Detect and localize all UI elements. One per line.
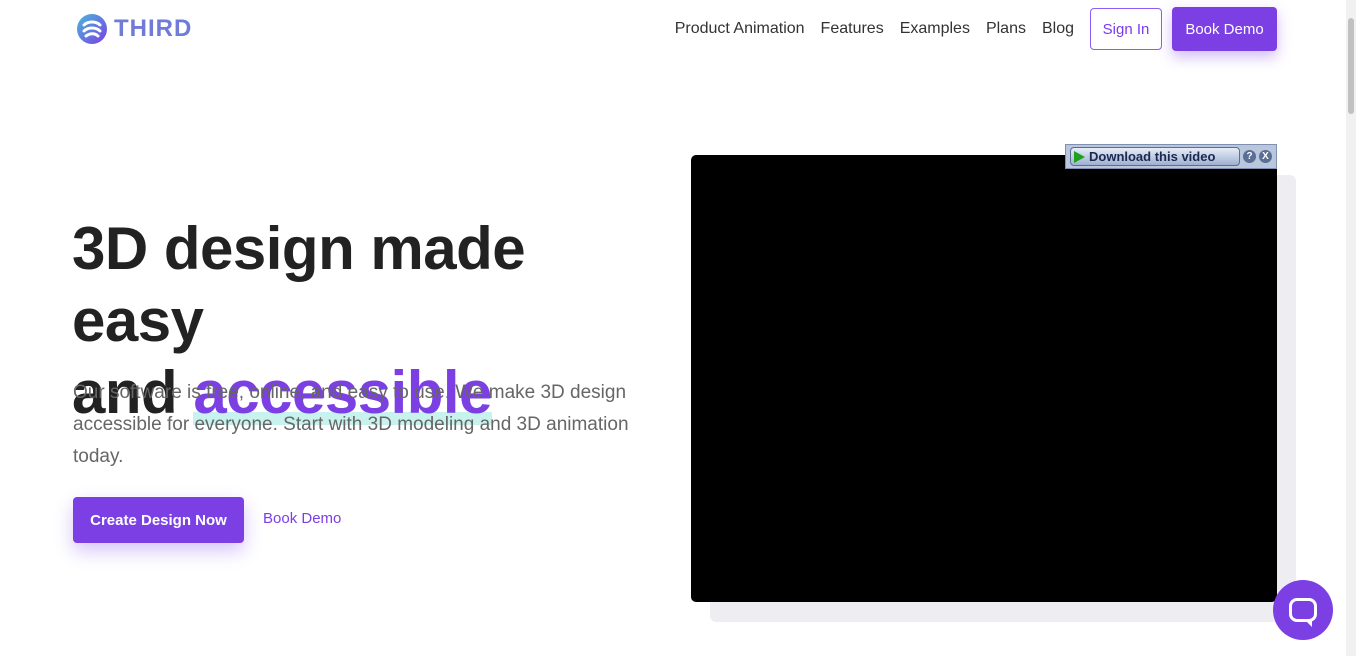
nav-plans[interactable]: Plans (986, 20, 1026, 38)
download-video-button[interactable]: Download this video (1070, 147, 1240, 166)
create-design-button[interactable]: Create Design Now (73, 497, 244, 543)
play-icon (1074, 150, 1085, 163)
hero-title-line1: 3D design made easy (72, 215, 526, 354)
hero-description: Our software is free, online, and easy t… (73, 382, 629, 467)
page-scrollbar[interactable] (1346, 0, 1356, 656)
video-player[interactable] (691, 155, 1277, 602)
chat-button[interactable] (1273, 580, 1333, 640)
chat-icon (1289, 598, 1317, 622)
nav-product-animation[interactable]: Product Animation (675, 20, 805, 38)
sign-in-button[interactable]: Sign In (1090, 8, 1162, 50)
help-icon[interactable]: ? (1243, 150, 1256, 163)
close-icon[interactable]: X (1259, 150, 1272, 163)
nav-blog[interactable]: Blog (1042, 20, 1074, 38)
book-demo-link[interactable]: Book Demo (263, 510, 341, 527)
nav-examples[interactable]: Examples (900, 20, 970, 38)
scrollbar-thumb[interactable] (1348, 18, 1354, 114)
page: THIRD Product Animation Features Example… (0, 0, 1346, 656)
download-video-label: Download this video (1089, 149, 1216, 164)
main-nav: Product Animation Features Examples Plan… (675, 7, 1277, 51)
download-video-bar: Download this video ? X (1065, 144, 1277, 169)
nav-features[interactable]: Features (821, 20, 884, 38)
third-logo-icon (77, 14, 107, 44)
logo[interactable]: THIRD (76, 12, 192, 46)
logo-text: THIRD (114, 15, 193, 42)
book-demo-button[interactable]: Book Demo (1172, 7, 1277, 51)
